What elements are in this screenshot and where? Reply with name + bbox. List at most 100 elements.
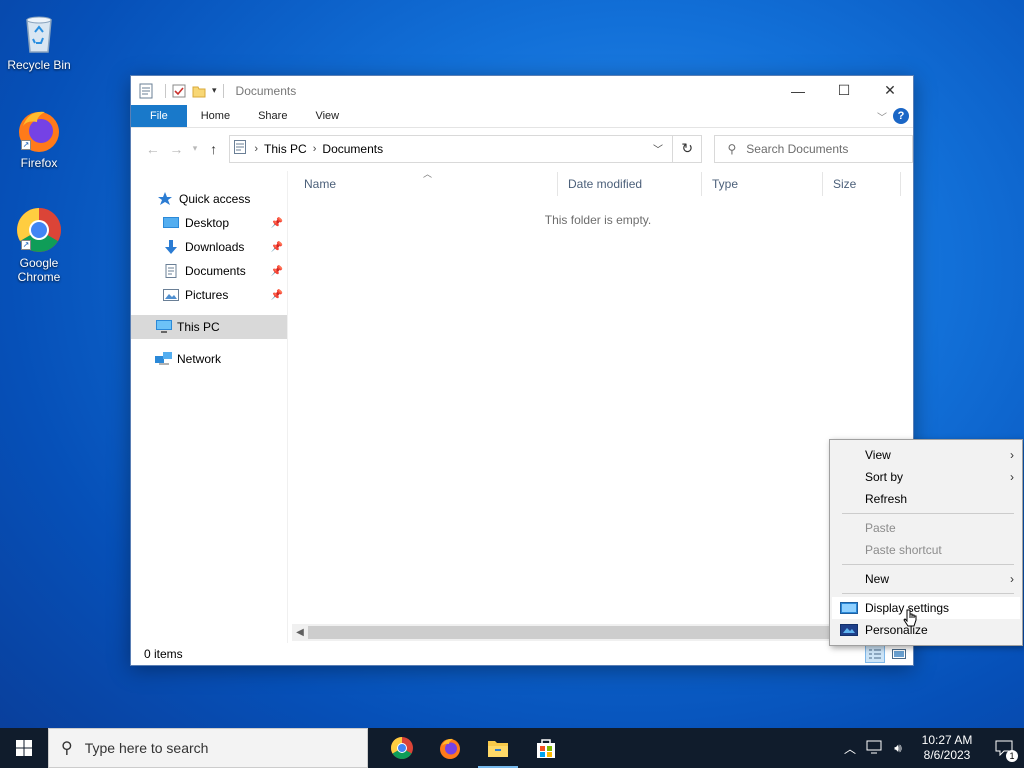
menu-item-label: New [865,572,890,586]
pin-icon[interactable]: 📌 [271,290,283,301]
customize-quick-access-icon[interactable]: ▾ [212,85,217,96]
search-placeholder: Search Documents [746,141,849,156]
window-title: Documents [235,83,297,98]
chrome-icon [391,737,413,759]
firefox-icon [440,738,460,759]
scroll-left-icon[interactable]: ◀ [292,627,308,638]
pin-icon[interactable]: 📌 [271,242,283,253]
menu-item-new[interactable]: New › [832,568,1020,590]
separator [222,83,224,98]
tab-home[interactable]: Home [187,105,244,127]
sidebar-item-downloads[interactable]: Downloads 📌 [131,235,287,259]
sidebar-item-label: Documents [185,264,246,278]
star-icon [157,192,173,206]
pin-icon[interactable]: 📌 [271,218,283,229]
sidebar-item-desktop[interactable]: Desktop 📌 [131,211,287,235]
help-button[interactable]: ? [893,108,909,124]
network-icon [155,352,172,366]
new-folder-icon[interactable] [192,83,206,99]
menu-item-view[interactable]: View › [832,444,1020,466]
personalize-icon [840,624,858,636]
menu-item-paste[interactable]: Paste [832,517,1020,539]
large-icons-view-icon [892,649,906,659]
menu-item-refresh[interactable]: Refresh [832,488,1020,510]
taskbar-file-explorer[interactable] [474,728,522,768]
taskbar-firefox[interactable] [426,728,474,768]
chevron-down-icon[interactable]: ﹀ [644,141,672,156]
expand-ribbon-icon[interactable]: ﹀ [877,109,887,124]
volume-icon[interactable]: 🔊︎ [886,741,910,756]
search-input[interactable]: ⚲ Search Documents [714,134,913,163]
folder-icon [488,741,508,757]
refresh-button[interactable]: ↻ [673,134,703,163]
column-headers: ︿ Name Date modified Type Size [288,169,913,197]
minimize-button[interactable]: — [775,76,821,105]
sidebar-item-network[interactable]: Network [131,347,287,371]
display-settings-icon [840,602,858,614]
menu-item-paste-shortcut[interactable]: Paste shortcut [832,539,1020,561]
clock[interactable]: 10:27 AM 8/6/2023 [910,733,984,763]
back-arrow-icon[interactable]: ← [141,141,165,157]
clock-date: 8/6/2023 [923,748,971,762]
properties-icon[interactable] [139,83,153,99]
sidebar-item-label: Network [177,352,222,366]
maximize-button[interactable]: ☐ [821,76,867,105]
item-count: 0 items [144,647,183,661]
file-list[interactable]: ︿ Name Date modified Type Size This fold… [287,169,913,643]
taskbar-chrome[interactable] [378,728,426,768]
sidebar-item-this-pc[interactable]: This PC [131,315,287,339]
pin-icon[interactable]: 📌 [271,266,283,277]
sidebar-item-pictures[interactable]: Pictures 📌 [131,283,287,307]
tab-share[interactable]: Share [244,105,301,127]
column-date-modified[interactable]: Date modified [558,172,702,196]
taskbar-microsoft-store[interactable] [522,728,570,768]
address-bar[interactable]: › This PC › Documents ﹀ [229,134,674,163]
search-icon: ⚲ [727,141,737,156]
column-type[interactable]: Type [702,172,823,196]
network-status-icon[interactable] [862,740,886,757]
navigation-pane: Quick access Desktop 📌 Downloads 📌 Docum… [131,171,287,643]
desktop-icon-label: Google Chrome [17,256,61,284]
status-bar: 0 items [131,643,913,665]
details-view-button[interactable] [865,645,885,663]
chrome-icon: ↗ [15,206,63,254]
title-bar[interactable]: ▾ Documents — ☐ ✕ [131,76,913,105]
start-button[interactable] [0,728,48,768]
chevron-right-icon: › [1010,448,1014,462]
column-size[interactable]: Size [823,172,901,196]
forward-arrow-icon[interactable]: → [165,141,189,157]
menu-separator [842,593,1014,594]
tab-file[interactable]: File [131,105,187,127]
sidebar-item-documents[interactable]: Documents 📌 [131,259,287,283]
sidebar-item-label: Quick access [179,192,251,206]
menu-item-sort-by[interactable]: Sort by › [832,466,1020,488]
large-icons-view-button[interactable] [889,645,909,663]
recent-locations-icon[interactable]: ▾ [188,143,202,154]
chevron-right-icon: › [312,142,317,155]
horizontal-scrollbar[interactable]: ◀ [292,624,913,641]
breadcrumb-this-pc[interactable]: This PC [260,142,311,156]
scrollbar-thumb[interactable] [308,626,913,639]
close-button[interactable]: ✕ [867,76,913,105]
chevron-right-icon: › [254,142,259,155]
sidebar-item-label: This PC [177,320,220,334]
sidebar-item-label: Pictures [185,288,229,302]
show-hidden-icons-icon[interactable]: ︿ [838,740,862,757]
recycle-bin-icon [15,8,63,56]
menu-item-display-settings[interactable]: Display settings [832,597,1020,619]
sidebar-item-quick-access[interactable]: Quick access [131,187,287,211]
empty-folder-message: This folder is empty. [544,213,652,227]
checkmark-icon[interactable] [172,83,186,99]
file-explorer-window: ▾ Documents — ☐ ✕ File Home Share View ﹀… [130,75,914,666]
taskbar-search-input[interactable]: ⚲ Type here to search [48,728,368,768]
desktop-icon-recycle-bin[interactable]: Recycle Bin [4,8,74,72]
up-arrow-icon[interactable]: ↑ [202,141,226,157]
desktop-icon-google-chrome[interactable]: ↗ Google Chrome [4,206,74,284]
shortcut-arrow-icon: ↗ [21,240,31,250]
tab-view[interactable]: View [301,105,353,127]
menu-item-personalize[interactable]: Personalize [832,619,1020,641]
menu-item-label: Paste shortcut [865,543,942,557]
notification-center-button[interactable]: 1 [984,728,1024,768]
breadcrumb-documents[interactable]: Documents [318,142,387,156]
desktop-icon-firefox[interactable]: ↗ Firefox [4,106,74,170]
